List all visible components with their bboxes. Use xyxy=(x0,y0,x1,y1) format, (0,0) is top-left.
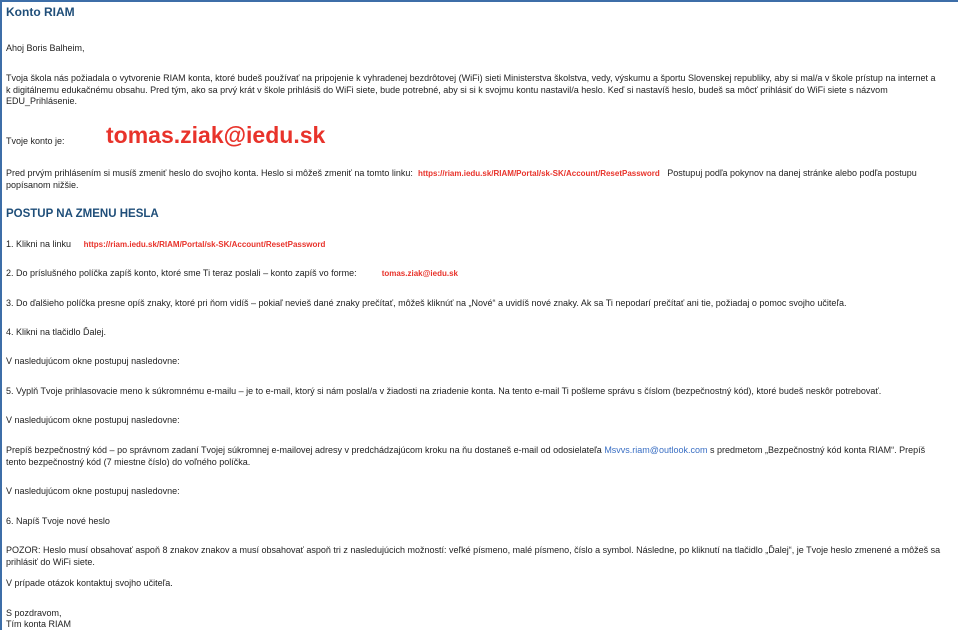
step-5: 5. Vyplň Tvoje prihlasovacie meno k súkr… xyxy=(6,386,882,396)
closing-text: S pozdravom, xyxy=(6,608,62,618)
section-heading: POSTUP NA ZMENU HESLA xyxy=(6,208,159,220)
step-1-reset-link[interactable]: https://riam.iedu.sk/RIAM/Portal/sk-SK/A… xyxy=(84,240,326,249)
next-window-text-2: V nasledujúcom okne postupuj nasledovne: xyxy=(6,415,180,425)
signature-text: Tím konta RIAM xyxy=(6,619,72,629)
step-3: 3. Do ďalšieho políčka presne opíš znaky… xyxy=(6,298,847,308)
password-warning: POZOR: Heslo musí obsahovať aspoň 8 znak… xyxy=(6,545,941,567)
email-body: Konto RIAM Ahoj Boris Balheim, Tvoja ško… xyxy=(0,0,958,630)
step-6: 6. Napíš Tvoje nové heslo xyxy=(6,516,110,526)
step-2: 2. Do príslušného políčka zapíš konto, k… xyxy=(6,268,958,280)
greeting: Ahoj Boris Balheim, xyxy=(6,43,85,53)
security-code-paragraph: Prepíš bezpečnostný kód – po správnom za… xyxy=(6,445,944,468)
next-window-text-1: V nasledujúcom okne postupuj nasledovne: xyxy=(6,356,180,366)
security-code-before: Prepíš bezpečnostný kód – po správnom za… xyxy=(6,445,602,455)
account-name: tomas.ziak@iedu.sk xyxy=(106,122,326,148)
change-password-paragraph: Pred prvým prihlásením si musíš zmeniť h… xyxy=(6,168,956,191)
step-2-text: 2. Do príslušného políčka zapíš konto, k… xyxy=(6,268,357,278)
reset-password-link[interactable]: https://riam.iedu.sk/RIAM/Portal/sk-SK/A… xyxy=(418,169,660,178)
step-2-account: tomas.ziak@iedu.sk xyxy=(381,269,458,278)
step-1: 1. Klikni na linku https://riam.iedu.sk/… xyxy=(6,239,958,251)
intro-paragraph: Tvoja škola nás požiadala o vytvorenie R… xyxy=(6,73,936,106)
change-intro-text: Pred prvým prihlásením si musíš zmeniť h… xyxy=(6,168,413,178)
email-title: Konto RIAM xyxy=(6,5,75,19)
step-1-text: 1. Klikni na linku xyxy=(6,239,72,249)
step-4: 4. Klikni na tlačidlo Ďalej. xyxy=(6,327,107,337)
next-window-text-3: V nasledujúcom okne postupuj nasledovne: xyxy=(6,486,180,496)
sender-email-link[interactable]: Msvvs.riam@outlook.com xyxy=(604,445,707,455)
contact-text: V prípade otázok kontaktuj svojho učiteľ… xyxy=(6,578,173,588)
